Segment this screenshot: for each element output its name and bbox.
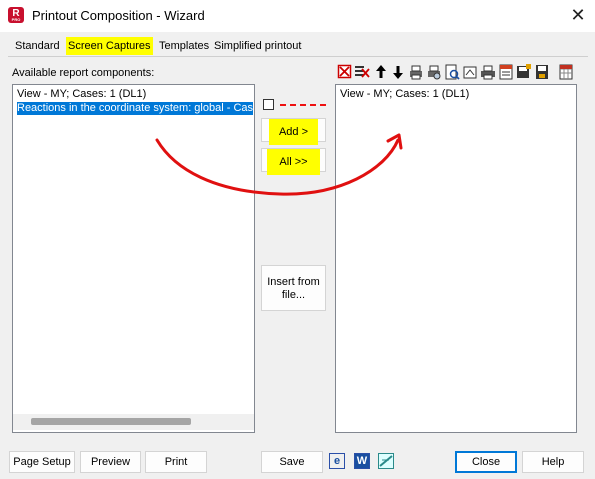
- tab-standard[interactable]: Standard: [13, 37, 62, 55]
- save-button[interactable]: Save: [261, 451, 323, 473]
- separator-checkbox[interactable]: [263, 99, 274, 110]
- page-setup-button[interactable]: Page Setup: [9, 451, 75, 473]
- template-icon[interactable]: [498, 63, 514, 81]
- delete-all-icon[interactable]: [354, 63, 370, 81]
- available-components-list[interactable]: View - MY; Cases: 1 (DL1) Reactions in t…: [12, 84, 255, 433]
- export-icon[interactable]: [378, 453, 394, 469]
- print-icon[interactable]: [480, 63, 496, 81]
- help-button[interactable]: Help: [522, 451, 584, 473]
- add-button[interactable]: Add >: [261, 118, 326, 145]
- tab-screen-captures[interactable]: Screen Captures: [66, 37, 153, 55]
- list-item-selected[interactable]: Reactions in the coordinate system: glob…: [17, 102, 253, 115]
- move-up-icon[interactable]: [373, 63, 389, 81]
- delete-icon[interactable]: [337, 63, 353, 81]
- horizontal-scrollbar[interactable]: [13, 414, 254, 430]
- print-preview-icon[interactable]: [426, 63, 442, 81]
- move-down-icon[interactable]: [390, 63, 406, 81]
- insert-from-file-button[interactable]: Insert from file...: [261, 265, 326, 311]
- print-button[interactable]: Print: [145, 451, 207, 473]
- page-setup-icon[interactable]: [462, 63, 478, 81]
- tab-simplified-printout[interactable]: Simplified printout: [212, 37, 303, 55]
- close-window-icon[interactable]: ✕: [566, 4, 590, 26]
- available-components-label: Available report components:: [12, 67, 155, 79]
- word-icon[interactable]: W: [354, 453, 370, 469]
- page-preview-icon[interactable]: [444, 63, 460, 81]
- print-setup-icon[interactable]: [408, 63, 424, 81]
- page-break-dashed-line: [280, 104, 326, 106]
- window-title: Printout Composition - Wizard: [32, 8, 205, 23]
- list-item[interactable]: View - MY; Cases: 1 (DL1): [17, 88, 146, 101]
- list-item[interactable]: View - MY; Cases: 1 (DL1): [340, 88, 469, 101]
- tab-panel-border: [8, 56, 588, 57]
- internet-explorer-icon[interactable]: e: [329, 453, 345, 469]
- app-logo-icon: R PRO: [8, 7, 24, 23]
- add-all-button[interactable]: All >>: [261, 148, 326, 175]
- tab-templates[interactable]: Templates: [157, 37, 211, 55]
- save-icon[interactable]: [534, 63, 550, 81]
- save-template-icon[interactable]: [516, 63, 532, 81]
- preview-button[interactable]: Preview: [80, 451, 141, 473]
- report-components-list[interactable]: View - MY; Cases: 1 (DL1): [335, 84, 577, 433]
- grid-icon[interactable]: [558, 63, 574, 81]
- close-button[interactable]: Close: [455, 451, 517, 473]
- scrollbar-thumb[interactable]: [31, 418, 191, 425]
